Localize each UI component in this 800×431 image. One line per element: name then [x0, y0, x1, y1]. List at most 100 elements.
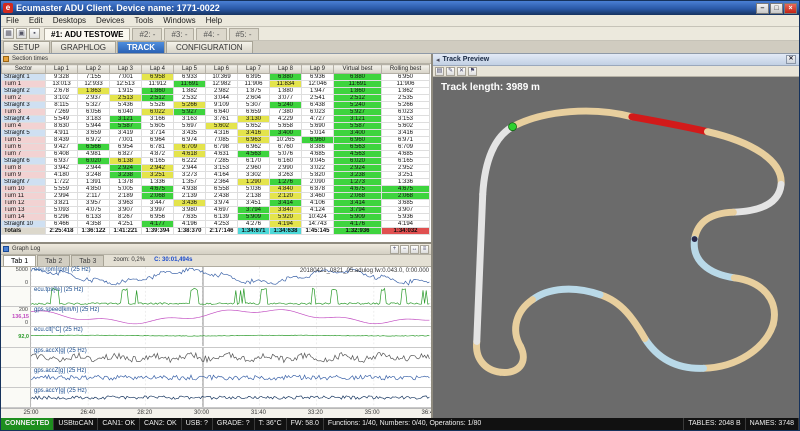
device-tab-1[interactable]: #1: ADU TESTOWE: [44, 28, 130, 40]
table-row[interactable]: Turn 69:4276:5666:9546:7816:7096:7986:96…: [2, 144, 430, 151]
menu-edit[interactable]: Edit: [24, 15, 48, 27]
table-row[interactable]: Turn 83:9422:9442:9242:9422:9443:1532:96…: [2, 165, 430, 172]
tab-setup[interactable]: SETUP: [3, 41, 50, 53]
sector-times-icon: [3, 56, 9, 62]
device-tab-2[interactable]: #2: -: [132, 28, 162, 40]
graph-channel-strip[interactable]: 92,0 ecu.clt[°C] (25 Hz): [1, 327, 431, 347]
menu-help[interactable]: Help: [201, 15, 227, 27]
column-header: Lap 1: [46, 65, 78, 74]
graph-channel-strip[interactable]: gps.accZ[g] (25 Hz): [1, 368, 431, 388]
table-row[interactable]: Turn 105:5594:8505:0054:6754:9386:5585:0…: [2, 186, 430, 193]
table-row[interactable]: Turn 123:8213:9573:9633:4473:4363:9743:4…: [2, 200, 430, 207]
time-cell: 5:327: [78, 102, 110, 109]
device-tab-4[interactable]: #4: -: [196, 28, 226, 40]
device-tab-3[interactable]: #3: -: [164, 28, 194, 40]
graph-channel-strip[interactable]: gps.accX[g] (25 Hz): [1, 348, 431, 368]
y-axis-cell: [1, 348, 31, 367]
time-cell: 2:952: [382, 165, 430, 172]
graph-tab-tab-2[interactable]: Tab 2: [37, 255, 70, 266]
zoom-out-icon[interactable]: −: [400, 245, 409, 254]
track-edit-icon[interactable]: ✎: [446, 67, 455, 76]
graph-plot-area[interactable]: 20180421_0821_05.adulog fw:0.043.0, 0:00…: [1, 267, 431, 408]
time-cell: 1:875: [238, 88, 270, 95]
table-row[interactable]: Straight 71:7221:3911:3781:3361:3572:364…: [2, 179, 430, 186]
track-close-icon[interactable]: ✕: [786, 55, 796, 64]
graph-channel-strip[interactable]: 2000136,15gps.speed[km/h] (25 Hz): [1, 307, 431, 327]
menu-tools[interactable]: Tools: [130, 15, 159, 27]
track-save-icon[interactable]: ▤: [435, 67, 444, 76]
menu-file[interactable]: File: [1, 15, 24, 27]
table-row[interactable]: Straight 106:4664:3584:2514:1774:1964:25…: [2, 221, 430, 228]
column-header: Virtual best: [334, 65, 382, 74]
time-cell: 4:685: [382, 151, 430, 158]
table-row[interactable]: Turn 94:1803:2483:2383:2513:2734:1643:30…: [2, 172, 430, 179]
graph-panel-header: Graph Log +−↔≡: [1, 244, 431, 255]
zoom-in-icon[interactable]: +: [390, 245, 399, 254]
table-row[interactable]: Turn 112:9942:1172:1892:0682:1392:4382:1…: [2, 193, 430, 200]
minimize-button[interactable]: –: [756, 3, 769, 14]
y-axis-max-label: 200: [19, 307, 28, 313]
time-cell: 4:180: [46, 172, 78, 179]
table-row[interactable]: Straight 54:9113:6593:4193:7143:4354:316…: [2, 130, 430, 137]
column-header: Rolling best: [382, 65, 430, 74]
save-icon[interactable]: ▪: [29, 28, 40, 39]
time-cell: 2:512: [142, 95, 174, 102]
track-delete-icon[interactable]: ✕: [457, 67, 466, 76]
desktop-icon[interactable]: ▦: [3, 28, 14, 39]
column-header: Lap 3: [110, 65, 142, 74]
graph-channel-strip[interactable]: ecu.tps[%] (25 Hz): [1, 287, 431, 307]
table-row[interactable]: Turn 23:1022:9372:5132:5122:5323:0442:60…: [2, 95, 430, 102]
column-header: Lap 2: [78, 65, 110, 74]
table-row[interactable]: Straight 38:1155:3275:4365:5265:2669:109…: [2, 102, 430, 109]
pan-icon[interactable]: ↔: [410, 245, 419, 254]
tab-configuration[interactable]: CONFIGURATION: [166, 41, 253, 53]
time-cell: 3:414: [334, 200, 382, 207]
table-row[interactable]: Turn 146:2966:1338:2676:9567:6356:1395:9…: [2, 214, 430, 221]
time-cell: 2:942: [142, 165, 174, 172]
graph-settings-icon[interactable]: ≡: [420, 245, 429, 254]
device-tab-5[interactable]: #5: -: [229, 28, 259, 40]
menu-desktops[interactable]: Desktops: [48, 15, 91, 27]
time-cell: 2:090: [302, 179, 334, 186]
time-cell: 6:566: [78, 144, 110, 151]
maximize-button[interactable]: □: [770, 3, 783, 14]
time-cell: 4:697: [206, 207, 238, 214]
cursor-value-label: 92,0: [18, 334, 29, 340]
time-cell: 3:419: [110, 130, 142, 137]
status-names: NAMES: 3748: [746, 418, 799, 430]
titlebar[interactable]: e Ecumaster ADU Client. Device name: 177…: [1, 1, 799, 15]
open-icon[interactable]: ▣: [16, 28, 27, 39]
track-map-canvas[interactable]: Track length: 3989 m: [433, 77, 799, 418]
graph-tab-tab-3[interactable]: Tab 3: [71, 255, 104, 266]
table-row[interactable]: Straight 45:5493:1833:1213:1663:1633:761…: [2, 116, 430, 123]
time-cell: 1:862: [382, 88, 430, 95]
channel-label: ecu.clt[°C] (25 Hz): [34, 327, 83, 333]
table-row[interactable]: Turn 48:6305:9445:5875:6055:6975:6025:65…: [2, 123, 430, 130]
collapse-icon[interactable]: ◂: [436, 56, 440, 64]
graph-tab-tab-1[interactable]: Tab 1: [3, 255, 36, 266]
status-connected: CONNECTED: [1, 418, 54, 430]
track-flag-icon[interactable]: ⚑: [468, 67, 477, 76]
time-cell: 4:316: [206, 130, 238, 137]
table-row[interactable]: Turn 76:4084:9816:8274:8724:6184:6314:56…: [2, 151, 430, 158]
tab-graphlog[interactable]: GRAPHLOG: [51, 41, 116, 53]
time-cell: 3:907: [110, 207, 142, 214]
menu-devices[interactable]: Devices: [91, 15, 129, 27]
table-row[interactable]: Turn 113:01312:93312:51311:91211:69112:9…: [2, 81, 430, 88]
close-button[interactable]: ×: [784, 3, 797, 14]
table-row[interactable]: Straight 66:9376:0206:1386:1656:2227:285…: [2, 158, 430, 165]
channel-label: gps.accY[g] (25 Hz): [34, 388, 87, 394]
table-row[interactable]: Straight 22:6781:8631:9151:8601:8822:982…: [2, 88, 430, 95]
tab-track[interactable]: TRACK: [117, 41, 165, 53]
track-panel-title: Track Preview: [443, 56, 490, 63]
table-row[interactable]: Turn 37:2696:0566:0406:0225:9276:6406:65…: [2, 109, 430, 116]
table-row[interactable]: Straight 19:3287:1557:0016:9586:93310:36…: [2, 74, 430, 81]
graph-channel-strip[interactable]: gps.accY[g] (25 Hz): [1, 388, 431, 408]
menu-windows[interactable]: Windows: [158, 15, 200, 27]
totals-row[interactable]: Totals2:25:4181:36:1221:41:2211:39:3941:…: [2, 228, 430, 235]
table-row[interactable]: Turn 58:4396:9727:0016:9646:9747:0856:96…: [2, 137, 430, 144]
time-cell: 4:124: [302, 207, 334, 214]
time-cell: 7:001: [110, 137, 142, 144]
sector-name-cell: Turn 8: [2, 165, 46, 172]
table-row[interactable]: Turn 135:0934:0753:9073:9973:9804:6973:7…: [2, 207, 430, 214]
